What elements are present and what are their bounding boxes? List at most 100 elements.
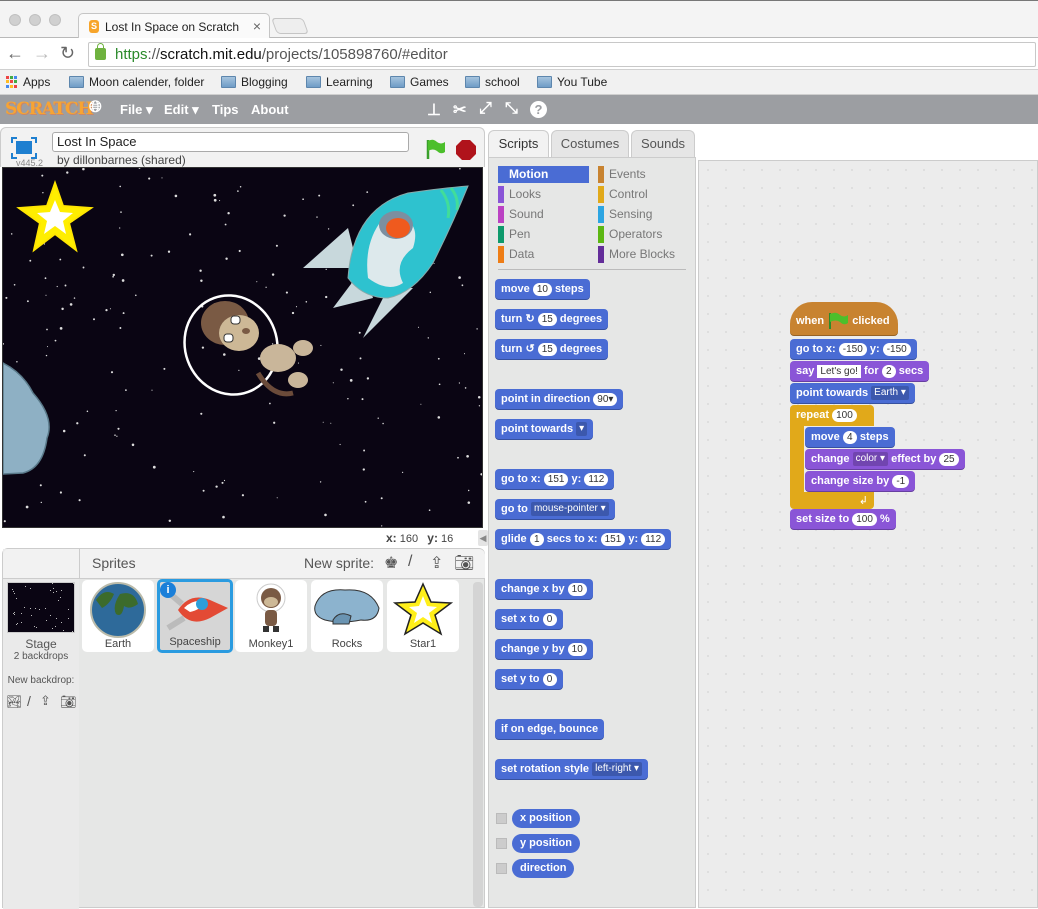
star-dot xyxy=(323,422,324,423)
reload-icon[interactable]: ↻ xyxy=(60,43,75,64)
block-move-steps[interactable]: move 4 steps xyxy=(805,427,895,448)
upload-sprite-icon[interactable]: ⇪ xyxy=(430,553,443,573)
help-icon[interactable]: ? xyxy=(530,101,547,118)
forward-arrow-icon[interactable]: → xyxy=(33,43,51,64)
paint-new-sprite-icon[interactable]: / xyxy=(408,553,412,571)
menu-tips[interactable]: Tips xyxy=(212,102,239,117)
block-set-x[interactable]: set x to 0 xyxy=(495,609,563,630)
bookmark-school[interactable]: school xyxy=(465,75,520,89)
category-pen[interactable]: Pen xyxy=(498,226,590,243)
browser-tab[interactable]: S Lost In Space on Scratch × xyxy=(78,13,270,40)
grow-icon[interactable]: ⤢ xyxy=(479,100,492,118)
reporter-direction[interactable]: direction xyxy=(512,859,574,878)
category-more-blocks[interactable]: More Blocks xyxy=(598,246,698,263)
new-tab-button[interactable] xyxy=(271,18,309,34)
block-turn-right[interactable]: turn ↻ 15 degrees xyxy=(495,309,608,330)
presentation-mode-icon[interactable] xyxy=(11,137,37,159)
minimize-window-button[interactable] xyxy=(29,14,41,26)
stage-thumbnail[interactable] xyxy=(7,582,75,633)
category-data[interactable]: Data xyxy=(498,246,590,263)
checkbox-y-position[interactable] xyxy=(496,838,507,849)
tab-scripts[interactable]: Scripts xyxy=(488,130,549,160)
sprite-thumb-spaceship[interactable]: i Spaceship xyxy=(157,579,233,653)
block-go-to[interactable]: go to mouse-pointer ▾ xyxy=(495,499,615,520)
tab-sounds[interactable]: Sounds xyxy=(631,130,695,157)
info-icon[interactable]: i xyxy=(160,582,176,598)
bookmark-games[interactable]: Games xyxy=(390,75,449,89)
block-point-in-direction[interactable]: point in direction 90▾ xyxy=(495,389,623,410)
category-looks[interactable]: Looks xyxy=(498,186,590,203)
camera-icon[interactable]: 📷︎ xyxy=(454,553,474,573)
tab-close-icon[interactable]: × xyxy=(253,18,261,34)
stage-canvas[interactable] xyxy=(2,167,483,528)
bookmark-moon-calender[interactable]: Moon calender, folder xyxy=(69,75,204,89)
project-title-input[interactable]: Lost In Space xyxy=(52,132,409,152)
block-set-rotation-style[interactable]: set rotation style left-right ▾ xyxy=(495,759,648,780)
backdrop-library-icon[interactable]: 🏞︎ xyxy=(6,694,23,710)
bookmark-blogging[interactable]: Blogging xyxy=(221,75,288,89)
checkbox-direction[interactable] xyxy=(496,863,507,874)
checkbox-x-position[interactable] xyxy=(496,813,507,824)
tab-costumes[interactable]: Costumes xyxy=(551,130,629,157)
sprite-thumb-monkey1[interactable]: Monkey1 xyxy=(235,580,307,652)
category-sensing[interactable]: Sensing xyxy=(598,206,690,223)
bookmark-learning[interactable]: Learning xyxy=(306,75,373,89)
camera-icon[interactable]: 📷︎ xyxy=(60,694,77,710)
close-window-button[interactable] xyxy=(9,14,21,26)
block-set-y[interactable]: set y to 0 xyxy=(495,669,563,690)
globe-language-icon[interactable]: 🌐︎ xyxy=(89,99,102,117)
reporter-x-position[interactable]: x position xyxy=(512,809,580,828)
scripts-area[interactable]: when clicked go to x: -150 y: -150 say L… xyxy=(698,160,1038,908)
delete-scissors-icon[interactable]: ✂︎ xyxy=(453,100,466,120)
category-motion[interactable]: Motion xyxy=(498,166,589,183)
green-flag-icon[interactable] xyxy=(424,138,446,160)
shrink-icon[interactable]: ⤡ xyxy=(505,100,518,118)
menu-about[interactable]: About xyxy=(251,102,289,117)
block-go-to-xy[interactable]: go to x: 151 y: 112 xyxy=(495,469,614,490)
sprites-scrollbar[interactable] xyxy=(473,582,483,907)
star-dot xyxy=(58,600,59,601)
menu-file[interactable]: File ▾ xyxy=(120,102,153,118)
menu-edit[interactable]: Edit ▾ xyxy=(164,102,199,118)
upload-icon[interactable]: ⇪ xyxy=(40,693,51,709)
block-change-x[interactable]: change x by 10 xyxy=(495,579,593,600)
block-change-y[interactable]: change y by 10 xyxy=(495,639,593,660)
star-dot xyxy=(464,353,465,354)
star-dot xyxy=(148,178,150,180)
block-turn-left[interactable]: turn ↺ 15 degrees xyxy=(495,339,608,360)
block-change-size[interactable]: change size by -1 xyxy=(805,471,915,492)
category-sound[interactable]: Sound xyxy=(498,206,590,223)
url-path: /projects/105898760/#editor xyxy=(262,46,448,63)
block-move-steps[interactable]: move 10 steps xyxy=(495,279,590,300)
block-when-flag-clicked[interactable]: when clicked xyxy=(790,302,898,336)
block-point-towards[interactable]: point towards Earth ▾ xyxy=(790,383,915,404)
sprite-thumb-star1[interactable]: Star1 xyxy=(387,580,459,652)
category-control[interactable]: Control xyxy=(598,186,690,203)
block-go-to-xy[interactable]: go to x: -150 y: -150 xyxy=(790,339,917,360)
maximize-window-button[interactable] xyxy=(49,14,61,26)
collapse-stage-button[interactable]: ◀ xyxy=(478,530,488,546)
bookmark-youtube[interactable]: You Tube xyxy=(537,75,607,89)
sprite-library-icon[interactable]: ♚ xyxy=(384,553,398,573)
sprite-thumb-rocks[interactable]: Rocks xyxy=(311,580,383,652)
paint-brush-icon[interactable]: / xyxy=(27,693,31,709)
back-arrow-icon[interactable]: ← xyxy=(6,43,24,64)
star-dot xyxy=(110,308,111,309)
reporter-y-position[interactable]: y position xyxy=(512,834,580,853)
block-glide[interactable]: glide 1 secs to x: 151 y: 112 xyxy=(495,529,671,550)
block-point-towards[interactable]: point towards ▾ xyxy=(495,419,593,440)
star-dot xyxy=(151,255,153,257)
scratch-logo[interactable]: SCRATCH xyxy=(5,99,92,119)
category-events[interactable]: Events xyxy=(598,166,690,183)
sprite-thumb-earth[interactable]: Earth xyxy=(82,580,154,652)
star-dot xyxy=(434,263,435,264)
block-change-effect[interactable]: change color ▾ effect by 25 xyxy=(805,449,965,470)
block-say-for-secs[interactable]: say Let's go! for 2 secs xyxy=(790,361,929,382)
bookmark-apps[interactable]: Apps xyxy=(6,75,50,89)
category-operators[interactable]: Operators xyxy=(598,226,690,243)
stop-sign-icon[interactable] xyxy=(455,139,477,161)
block-bounce[interactable]: if on edge, bounce xyxy=(495,719,604,740)
address-bar[interactable]: https://scratch.mit.edu/projects/1058987… xyxy=(88,42,1036,67)
duplicate-stamp-icon[interactable]: ⊥ xyxy=(427,100,441,120)
block-set-size[interactable]: set size to 100 % xyxy=(790,509,896,530)
